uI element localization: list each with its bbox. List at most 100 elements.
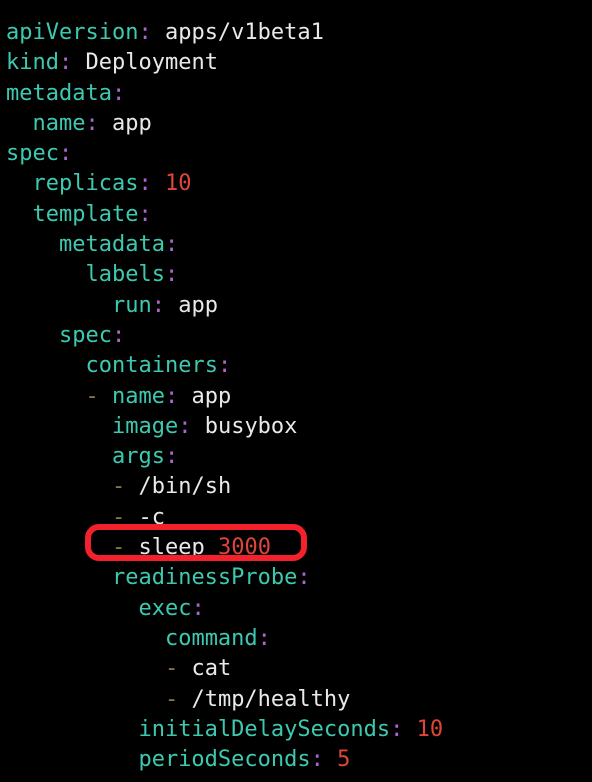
yaml-colon: : [138,201,152,227]
yaml-key: apiVersion [6,20,139,45]
list-dash-marker: - [164,656,179,682]
yaml-colon: : [164,232,179,258]
yaml-key: template [32,201,139,227]
yaml-colon: : [58,141,73,167]
code-line: replicas: 10 [6,169,592,199]
yaml-colon: : [257,625,271,651]
yaml-colon: : [111,322,126,348]
yaml-key: containers [85,353,218,379]
yaml-string-value: app [178,292,218,318]
yaml-colon: : [111,80,126,106]
code-line: labels: [6,260,592,290]
yaml-number-value: 10 [164,171,192,197]
code-line: spec: [6,321,592,351]
yaml-key: metadata [6,80,112,106]
yaml-key: spec [6,141,59,167]
code-line: metadata: [6,79,592,109]
yaml-key: command [164,625,258,651]
code-line: template: [6,200,592,230]
yaml-string-value: apps/v1beta1 [164,20,324,45]
yaml-colon: : [138,171,152,197]
yaml-string-value: app [111,110,152,136]
yaml-key: initialDelaySeconds [138,716,391,742]
list-dash-marker: - [85,383,99,409]
code-line: exec: [6,594,592,624]
code-line: spec: [6,139,592,169]
code-line: - -c [6,503,592,533]
list-dash-marker: - [111,535,126,561]
yaml-string-value: -c [138,504,165,530]
code-line: - cat [6,654,592,684]
yaml-key: spec [58,322,112,348]
yaml-string-value: Deployment [85,50,218,76]
yaml-key: kind [6,50,59,76]
code-line: image: busybox [6,412,592,442]
yaml-key: readinessProbe [111,565,298,591]
yaml-colon: : [310,747,324,773]
yaml-colon: : [85,110,99,136]
yaml-code-block: apiVersion: apps/v1beta1 kind: Deployment… [0,0,592,775]
yaml-key: image [111,413,179,439]
list-dash-marker: - [111,504,126,530]
yaml-string-value: cat [191,656,232,682]
code-line: command: [6,624,592,654]
yaml-colon: : [178,413,192,439]
yaml-string-value: /tmp/healthy [191,686,351,712]
yaml-key: labels [85,262,165,288]
code-line: name: app [6,109,592,139]
code-line: metadata: [6,230,592,260]
code-line: containers: [6,351,592,381]
code-line: - sleep 3000 [6,533,592,563]
code-line: kind: Deployment [6,48,592,78]
yaml-colon: : [297,565,311,591]
yaml-number-value: 5 [337,747,351,773]
code-line: run: app [6,291,592,321]
code-line: - /bin/sh [6,472,592,502]
yaml-number-value: 3000 [217,535,271,561]
yaml-key: metadata [58,232,165,258]
yaml-code-screenshot: apiVersion: apps/v1beta1 kind: Deployment… [0,0,592,782]
code-line: apiVersion: apps/v1beta1 [6,18,592,48]
yaml-string-value: app [191,383,232,409]
yaml-key: run [111,292,152,318]
yaml-colon: : [138,20,152,45]
yaml-string-value: sleep [138,535,205,561]
yaml-colon: : [164,262,179,288]
yaml-colon: : [217,353,232,379]
yaml-colon: : [164,383,179,409]
code-line: - name: app [6,382,592,412]
yaml-colon: : [151,292,165,318]
list-dash-marker: - [111,474,126,500]
yaml-key: replicas [32,171,139,197]
